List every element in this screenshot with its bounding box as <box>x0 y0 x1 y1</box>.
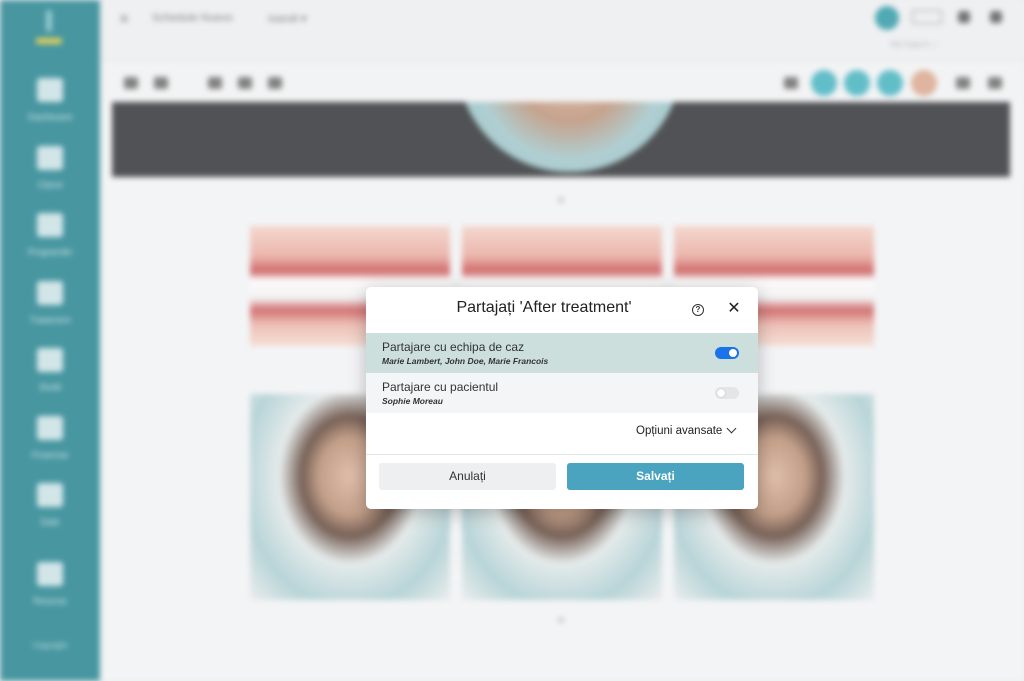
close-icon[interactable]: ✕ <box>726 300 742 318</box>
advanced-options-label: Opțiuni avansate <box>636 425 723 437</box>
share-patient-label: Partajare cu pacientul <box>382 380 499 394</box>
dialog-title: Partajați 'After treatment' <box>456 299 632 316</box>
share-team-row[interactable]: Partajare cu echipa de caz Marie Lambert… <box>366 333 758 373</box>
cancel-button[interactable]: Anulați <box>379 463 556 490</box>
share-patient-toggle[interactable] <box>715 387 739 399</box>
chevron-down-icon <box>726 423 737 434</box>
dialog-header: Partajați 'After treatment' ? ✕ <box>366 287 758 333</box>
advanced-options-toggle[interactable]: Opțiuni avansate <box>636 423 737 441</box>
save-button[interactable]: Salvați <box>567 463 744 490</box>
share-team-members: Marie Lambert, John Doe, Marie Francois <box>382 356 549 366</box>
share-patient-row[interactable]: Partajare cu pacientul Sophie Moreau <box>366 373 758 413</box>
share-team-label: Partajare cu echipa de caz <box>382 340 525 354</box>
share-dialog: Partajați 'After treatment' ? ✕ Partajar… <box>366 287 758 509</box>
share-team-toggle[interactable] <box>715 347 739 359</box>
divider <box>366 454 758 455</box>
share-patient-name: Sophie Moreau <box>382 396 443 406</box>
help-icon[interactable]: ? <box>692 304 704 316</box>
